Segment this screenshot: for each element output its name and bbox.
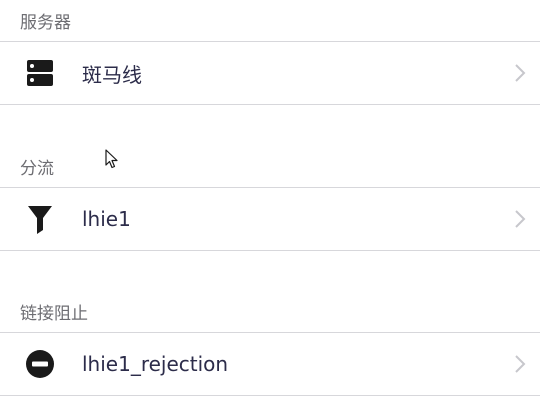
server-icon — [0, 59, 82, 87]
section-routing: 分流 lhie1 — [0, 146, 540, 251]
routing-row-label: lhie1 — [82, 207, 131, 231]
server-row[interactable]: 斑马线 — [0, 42, 540, 105]
section-title: 分流 — [20, 159, 54, 179]
chevron-right-icon — [500, 63, 540, 83]
section-title: 服务器 — [20, 13, 71, 33]
mouse-cursor-icon — [105, 149, 119, 169]
section-server: 服务器 斑马线 — [0, 0, 540, 105]
routing-row[interactable]: lhie1 — [0, 188, 540, 251]
section-header-server: 服务器 — [0, 0, 540, 42]
section-title: 链接阻止 — [20, 304, 88, 324]
section-header-routing: 分流 — [0, 146, 540, 188]
chevron-right-icon — [500, 354, 540, 374]
chevron-right-icon — [500, 209, 540, 229]
section-header-blocking: 链接阻止 — [0, 291, 540, 333]
server-row-label: 斑马线 — [82, 62, 142, 87]
block-icon — [0, 349, 82, 379]
blocking-row[interactable]: lhie1_rejection — [0, 333, 540, 396]
funnel-icon — [0, 204, 82, 234]
section-blocking: 链接阻止 lhie1_rejection — [0, 291, 540, 396]
blocking-row-label: lhie1_rejection — [82, 352, 229, 376]
